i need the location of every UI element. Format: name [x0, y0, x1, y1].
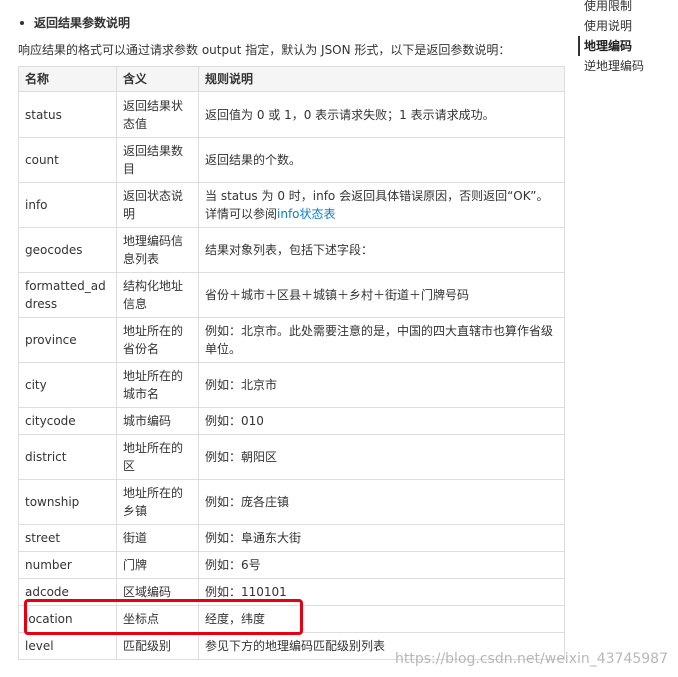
param-name: number — [18, 551, 117, 579]
param-name: province — [18, 317, 117, 363]
table-row: district 地址所在的区 例如：朝阳区 — [18, 434, 565, 480]
param-meaning: 门牌 — [116, 551, 199, 579]
param-meaning: 返回结果数目 — [116, 137, 199, 183]
param-meaning: 地理编码信息列表 — [116, 227, 199, 273]
param-rule: 例如：庞各庄镇 — [198, 479, 565, 525]
nav-item-usage-instructions[interactable]: 使用说明 — [578, 16, 678, 36]
param-rule-text: 当 status 为 0 时，info 会返回具体错误原因，否则返回“OK”。详… — [205, 189, 549, 221]
table-header-row: 名称 含义 规则说明 — [18, 66, 565, 92]
table-row: province 地址所在的省份名 例如：北京市。此处需要注意的是，中国的四大直… — [18, 317, 565, 363]
param-meaning: 结构化地址信息 — [116, 272, 199, 318]
param-name: township — [18, 479, 117, 525]
param-name: district — [18, 434, 117, 480]
param-name: geocodes — [18, 227, 117, 273]
watermark: https://blog.csdn.net/weixin_43745987 — [394, 651, 668, 667]
param-meaning: 地址所在的乡镇 — [116, 479, 199, 525]
param-meaning: 地址所在的区 — [116, 434, 199, 480]
param-name: citycode — [18, 407, 117, 435]
table-row: adcode 区域编码 例如：110101 — [18, 578, 565, 606]
param-name: adcode — [18, 578, 117, 606]
table-row: info 返回状态说明 当 status 为 0 时，info 会返回具体错误原… — [18, 182, 565, 228]
param-meaning: 坐标点 — [116, 605, 199, 633]
param-name: count — [18, 137, 117, 183]
bullet-icon — [20, 20, 24, 25]
param-meaning: 地址所在的省份名 — [116, 317, 199, 363]
param-rule: 经度，纬度 — [198, 605, 565, 633]
info-status-table-link[interactable]: info状态表 — [277, 207, 336, 221]
table-row: count 返回结果数目 返回结果的个数。 — [18, 137, 565, 183]
table-row: street 街道 例如：阜通东大街 — [18, 524, 565, 552]
header-rule: 规则说明 — [198, 66, 565, 92]
table-row: number 门牌 例如：6号 — [18, 551, 565, 579]
param-name: street — [18, 524, 117, 552]
param-rule: 例如：110101 — [198, 578, 565, 606]
param-meaning: 匹配级别 — [116, 632, 199, 660]
param-name: formatted_address — [18, 272, 117, 318]
param-rule: 返回值为 0 或 1，0 表示请求失败；1 表示请求成功。 — [198, 91, 565, 138]
param-rule: 例如：阜通东大街 — [198, 524, 565, 552]
param-rule: 返回结果的个数。 — [198, 137, 565, 183]
table-row: formatted_address 结构化地址信息 省份＋城市＋区县＋城镇＋乡村… — [18, 272, 565, 318]
param-rule: 例如：朝阳区 — [198, 434, 565, 480]
nav-item-geocoding[interactable]: 地理编码 — [578, 36, 678, 56]
table-row: status 返回结果状态值 返回值为 0 或 1，0 表示请求失败；1 表示请… — [18, 91, 565, 138]
param-meaning: 返回状态说明 — [116, 182, 199, 228]
param-name: location — [18, 605, 117, 633]
table-row: city 地址所在的城市名 例如：北京市 — [18, 362, 565, 408]
nav-item-reverse-geocoding[interactable]: 逆地理编码 — [578, 56, 678, 76]
param-rule: 省份＋城市＋区县＋城镇＋乡村＋街道＋门牌号码 — [198, 272, 565, 318]
param-name: level — [18, 632, 117, 660]
param-name: status — [18, 91, 117, 138]
page: 返回结果参数说明 响应结果的格式可以通过请求参数 output 指定，默认为 J… — [0, 0, 678, 677]
param-meaning: 区域编码 — [116, 578, 199, 606]
return-params-table: 名称 含义 规则说明 status 返回结果状态值 返回值为 0 或 1，0 表… — [18, 66, 565, 660]
section-heading-text: 返回结果参数说明 — [34, 16, 131, 30]
table-row: citycode 城市编码 例如：010 — [18, 407, 565, 435]
param-meaning: 城市编码 — [116, 407, 199, 435]
param-rule: 当 status 为 0 时，info 会返回具体错误原因，否则返回“OK”。详… — [198, 182, 565, 228]
param-rule: 例如：北京市 — [198, 362, 565, 408]
param-rule: 例如：北京市。此处需要注意的是，中国的四大直辖市也算作省级单位。 — [198, 317, 565, 363]
param-meaning: 街道 — [116, 524, 199, 552]
table-row: geocodes 地理编码信息列表 结果对象列表，包括下述字段： — [18, 227, 565, 273]
nav-item-usage-limits[interactable]: 使用限制 — [578, 0, 678, 16]
param-meaning: 返回结果状态值 — [116, 91, 199, 138]
param-rule: 例如：6号 — [198, 551, 565, 579]
param-name: info — [18, 182, 117, 228]
param-rule: 例如：010 — [198, 407, 565, 435]
page-nav: 使用限制 使用说明 地理编码 逆地理编码 — [578, 0, 678, 76]
section-heading: 返回结果参数说明 — [20, 14, 130, 31]
table-row: location 坐标点 经度，纬度 — [18, 605, 565, 633]
header-name: 名称 — [18, 66, 117, 92]
param-name: city — [18, 362, 117, 408]
section-description: 响应结果的格式可以通过请求参数 output 指定，默认为 JSON 形式，以下… — [18, 43, 511, 57]
param-meaning: 地址所在的城市名 — [116, 362, 199, 408]
param-rule: 结果对象列表，包括下述字段： — [198, 227, 565, 273]
table-row: township 地址所在的乡镇 例如：庞各庄镇 — [18, 479, 565, 525]
header-meaning: 含义 — [116, 66, 199, 92]
